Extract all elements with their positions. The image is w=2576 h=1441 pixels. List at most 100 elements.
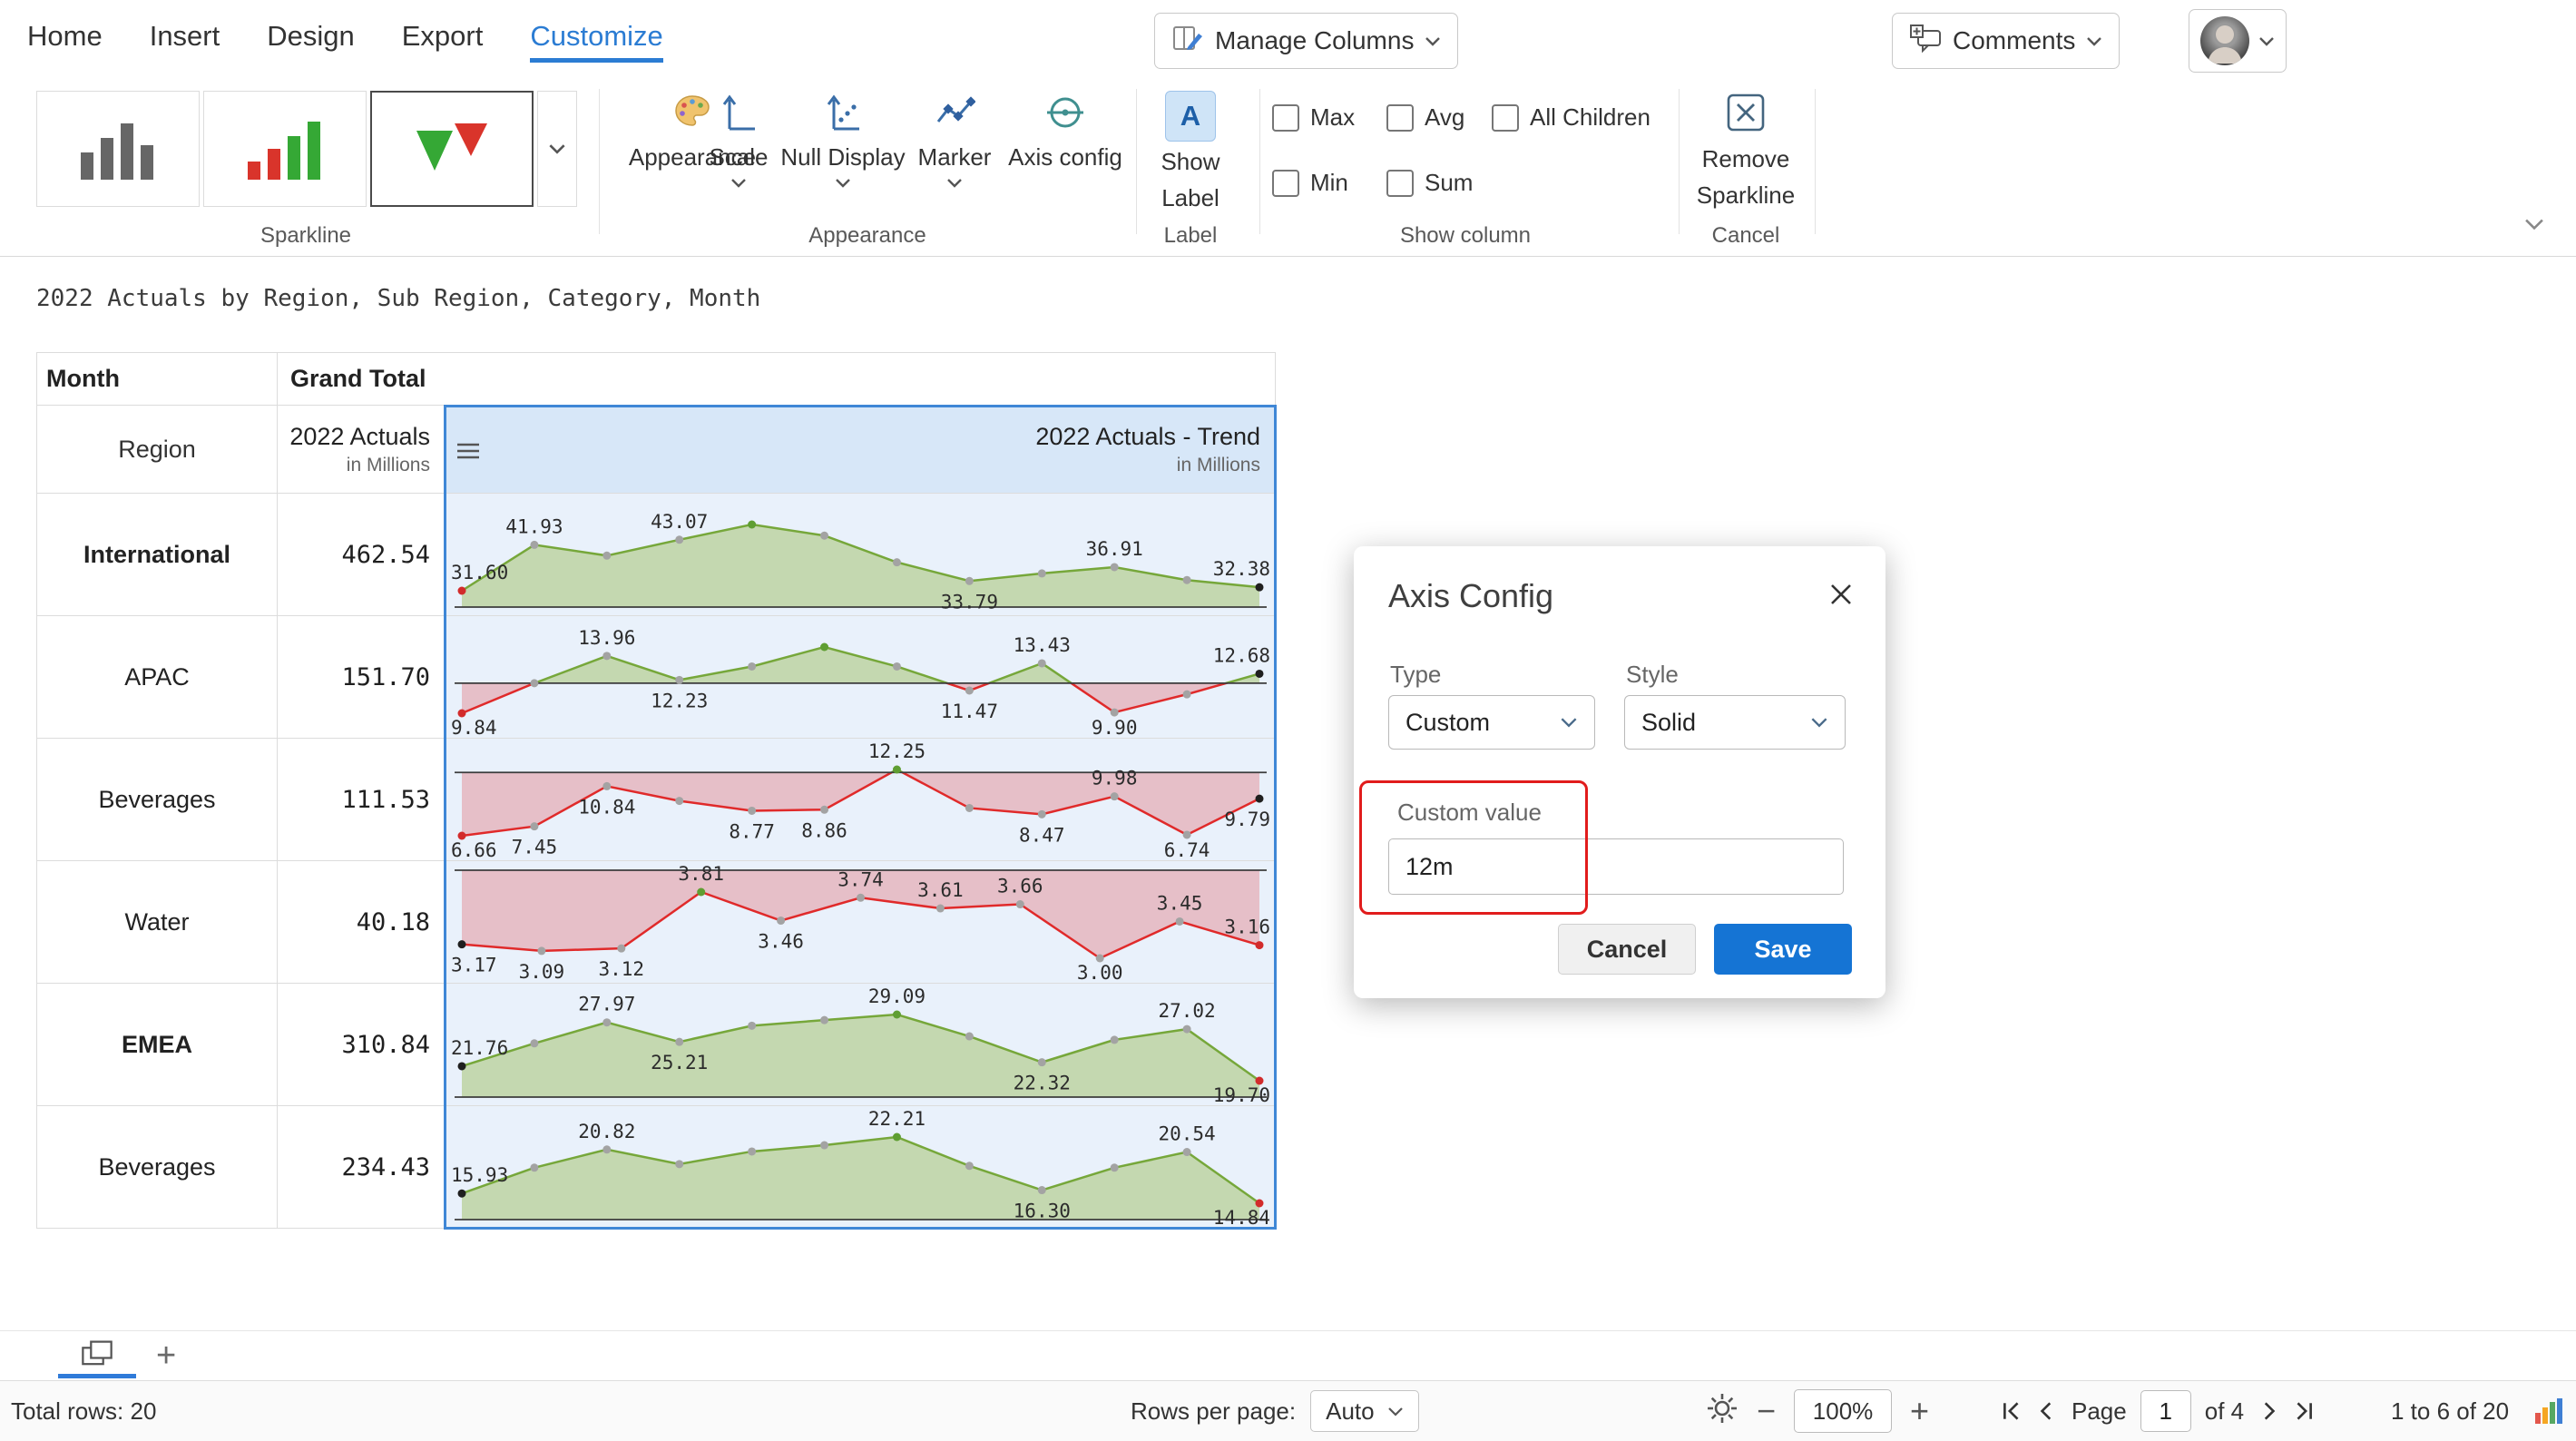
save-button[interactable]: Save [1714, 924, 1852, 975]
rows-per-page-select[interactable]: Auto [1310, 1390, 1419, 1432]
svg-text:3.66: 3.66 [997, 876, 1043, 897]
null-display-label: Null Display [780, 143, 905, 172]
checkbox-all-children[interactable]: All Children [1492, 103, 1650, 132]
custom-value-input[interactable] [1388, 838, 1844, 895]
next-page-button[interactable] [2258, 1400, 2279, 1422]
svg-text:12.25: 12.25 [868, 740, 926, 762]
column-header-trend[interactable]: 2022 Actuals - Trend in Millions [446, 406, 1276, 494]
sheet-tab-active[interactable] [58, 1333, 136, 1378]
checkbox-all-children-label: All Children [1530, 103, 1650, 132]
svg-text:22.21: 22.21 [868, 1108, 926, 1130]
rows-per-page-label: Rows per page: [1131, 1397, 1296, 1426]
show-label-text-2: Label [1161, 181, 1219, 214]
menu-home[interactable]: Home [27, 20, 103, 63]
user-account-button[interactable] [2189, 9, 2287, 73]
colored-column-sparkline-icon [235, 111, 335, 187]
menu-customize[interactable]: Customize [530, 20, 662, 63]
marker-button[interactable]: Marker [911, 93, 998, 188]
manage-columns-button[interactable]: Manage Columns [1154, 13, 1458, 69]
settings-gear-icon[interactable] [1706, 1392, 1739, 1431]
checkbox-min[interactable]: Min [1272, 169, 1348, 197]
sparkline-cell-international[interactable]: 31.6041.9343.0733.7936.9132.38 [446, 494, 1276, 616]
menu-design[interactable]: Design [267, 20, 355, 63]
add-sheet-button[interactable]: + [156, 1335, 176, 1377]
previous-page-button[interactable] [2036, 1400, 2058, 1422]
svg-text:9.79: 9.79 [1224, 809, 1270, 830]
row-label-beverages-emea: Beverages [37, 1106, 278, 1229]
avatar [2200, 16, 2249, 65]
svg-text:19.70: 19.70 [1213, 1084, 1270, 1106]
checkbox-max[interactable]: Max [1272, 103, 1355, 132]
sparkline-cell-emea[interactable]: 21.7627.9725.2129.0922.3227.0219.70 [446, 984, 1276, 1106]
checkbox-box [1272, 104, 1299, 132]
svg-text:36.91: 36.91 [1086, 538, 1143, 560]
menu-export[interactable]: Export [402, 20, 484, 63]
divider [599, 89, 600, 234]
custom-value-label: Custom value [1397, 799, 1542, 827]
page-label: Page [2072, 1397, 2127, 1426]
svg-text:13.43: 13.43 [1014, 634, 1071, 656]
svg-text:27.97: 27.97 [578, 994, 635, 1015]
chevron-down-icon[interactable] [946, 178, 963, 188]
last-page-button[interactable] [2293, 1400, 2315, 1422]
sparkline-cell-beverages-emea[interactable]: 15.9320.8222.2116.3020.5414.84 [446, 1106, 1276, 1229]
svg-text:12.68: 12.68 [1213, 644, 1270, 666]
divider [1815, 89, 1816, 234]
menu-insert[interactable]: Insert [150, 20, 220, 63]
cancel-button[interactable]: Cancel [1558, 924, 1696, 975]
show-label-text-1: Show [1161, 145, 1219, 178]
axis-config-button[interactable]: Axis config [998, 93, 1132, 172]
dialog-title: Axis Config [1388, 577, 1553, 615]
svg-text:3.45: 3.45 [1157, 892, 1203, 914]
svg-text:15.93: 15.93 [451, 1164, 508, 1186]
checkbox-sum[interactable]: Sum [1386, 169, 1473, 197]
trend-column-title: 2022 Actuals - Trend [1035, 423, 1260, 451]
remove-sparkline-text-1: Remove [1702, 142, 1790, 175]
gallery-expand-button[interactable] [537, 91, 577, 207]
checkbox-box [1492, 104, 1519, 132]
remove-sparkline-button[interactable]: Remove Sparkline [1686, 91, 1806, 211]
row-label-water: Water [37, 861, 278, 984]
chevron-down-icon [1425, 36, 1441, 46]
style-select[interactable]: Solid [1624, 695, 1846, 750]
type-select[interactable]: Custom [1388, 695, 1595, 750]
column-drag-handle-icon[interactable] [456, 442, 480, 465]
zoom-in-button[interactable]: + [1910, 1392, 1929, 1430]
chevron-down-icon[interactable] [835, 178, 851, 188]
dialog-close-button[interactable] [1827, 581, 1855, 613]
column-header-grand-total: Grand Total [278, 353, 1276, 406]
sparkline-cell-apac[interactable]: 9.8413.9612.2311.4713.439.9012.68 [446, 616, 1276, 739]
chevron-down-icon [2258, 36, 2275, 46]
close-icon [1827, 581, 1855, 608]
sparkline-cell-water[interactable]: 3.173.093.123.813.463.743.613.663.003.45… [446, 861, 1276, 984]
chevron-down-icon [1810, 717, 1828, 728]
svg-text:21.76: 21.76 [451, 1037, 508, 1059]
sparkline-type-trend-selected[interactable] [370, 91, 534, 207]
chevron-down-icon[interactable] [730, 178, 747, 188]
sparkline-cell-beverages-apac[interactable]: 6.667.4510.848.778.8612.258.479.986.749.… [446, 739, 1276, 861]
first-page-button[interactable] [2001, 1400, 2023, 1422]
row-header-region: Region [37, 406, 278, 494]
add-comment-icon [1909, 24, 1942, 59]
checkbox-sum-label: Sum [1425, 169, 1473, 197]
page-number-input[interactable] [2140, 1390, 2191, 1432]
sparkline-type-column-colored[interactable] [203, 91, 367, 207]
show-label-toggle[interactable]: A Show Label [1145, 91, 1236, 214]
ribbon-collapse-button[interactable] [2522, 218, 2546, 235]
row-label-beverages-apac: Beverages [37, 739, 278, 861]
null-display-button[interactable]: Null Display [779, 93, 907, 188]
value-beverages-emea: 234.43 [278, 1106, 446, 1229]
scale-label: Scale [709, 143, 768, 172]
checkbox-box [1272, 170, 1299, 197]
svg-text:12.23: 12.23 [651, 690, 708, 711]
checkbox-avg-label: Avg [1425, 103, 1464, 132]
checkbox-avg[interactable]: Avg [1386, 103, 1464, 132]
type-label: Type [1390, 661, 1441, 689]
divider [1679, 89, 1680, 234]
svg-text:8.86: 8.86 [801, 819, 847, 841]
comments-button[interactable]: Comments [1892, 13, 2120, 69]
scale-button[interactable]: Scale [700, 93, 777, 188]
sparkline-type-bar[interactable] [36, 91, 200, 207]
zoom-out-button[interactable]: − [1757, 1392, 1776, 1430]
top-menu-bar: Home Insert Design Export Customize Mana… [0, 0, 2576, 82]
